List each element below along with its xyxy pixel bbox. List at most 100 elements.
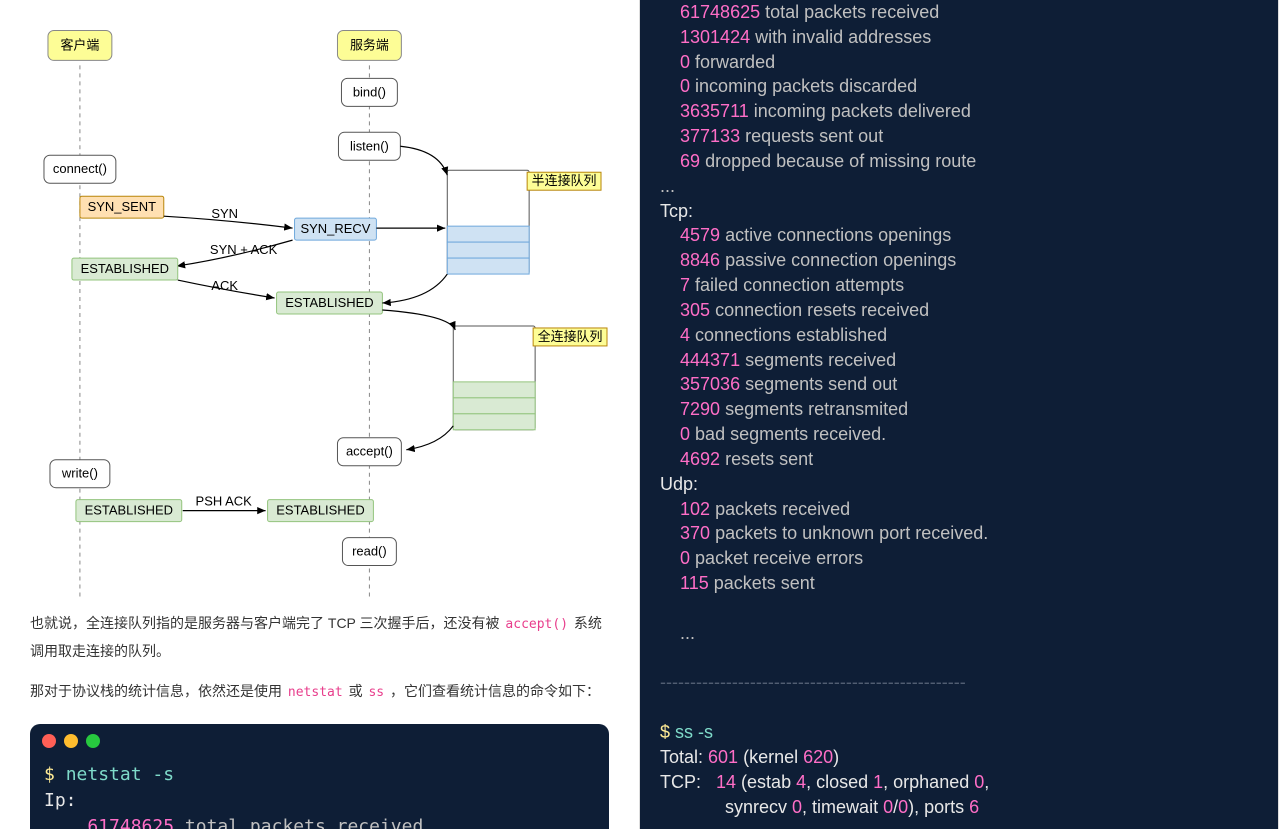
right-column: 61748625 total packets received 1301424 … [640,0,1279,829]
cmd-ss: ss -s [675,722,713,742]
udp-n-1: 370 [680,523,710,543]
udp-t-3: packets sent [714,573,815,593]
bind-node: bind() [353,84,386,99]
r-ip-t-5: requests sent out [745,126,883,146]
tcp-t-3: connection resets received [715,300,929,320]
udp-t-1: packets to unknown port received. [715,523,988,543]
tcp-t-0: active connections openings [725,225,951,245]
ss-tcp-c: , closed [806,772,873,792]
udp-n-0: 102 [680,499,710,519]
traffic-light-green-icon [86,734,100,748]
terminal-header [30,724,609,758]
connect-node: connect() [53,161,107,176]
ss-total-c: ) [833,747,839,767]
half-queue-label: 半连接队列 [532,173,597,188]
r-ip-t-4: incoming packets delivered [754,101,971,121]
ss-tcp-l2a: synrecv [660,797,792,817]
tcp-t-2: failed connection attempts [695,275,904,295]
tcp-n-1: 8846 [680,250,720,270]
ss-tcp-a: TCP: [660,772,716,792]
ellipsis-2: ... [660,623,695,643]
ss-total-b: (kernel [738,747,803,767]
prompt-1: $ [44,764,55,785]
r-ip-t-3: incoming packets discarded [695,76,917,96]
ss-tcp-e: , [984,772,989,792]
tcp-t-7: segments retransmited [725,399,908,419]
udp-t-0: packets received [715,499,850,519]
ss-tcp-n2: 4 [796,772,806,792]
tcp-n-9: 4692 [680,449,720,469]
psh-ack-label: PSH ACK [196,494,253,509]
syn-label: SYN [211,206,238,221]
ip-txt-0: total packets received [185,816,423,829]
ss-tcp-l2b: , timewait [802,797,883,817]
cmd-netstat: netstat -s [66,764,174,785]
tcp-n-6: 357036 [680,374,740,394]
p1-a: 也就说，全连接队列指的是服务器与客户端完了 TCP 三次握手后，还没有被 [30,615,503,631]
est-write-node: ESTABLISHED [85,503,173,518]
tcp-t-6: segments send out [745,374,897,394]
udp-n-3: 115 [680,573,709,593]
ip-header: Ip: [44,790,77,811]
ss-tcp-n3: 1 [873,772,883,792]
read-node: read() [352,544,387,559]
p2-b: ，它们查看统计信息的命令如下： [386,683,600,699]
terminal-body-2: 61748625 total packets received 1301424 … [640,0,1278,819]
ss-total-n1: 601 [708,747,738,767]
r-ip-n-1: 1301424 [680,27,750,47]
prompt-2: $ [660,722,670,742]
terminal-block-1: $ netstat -s Ip: 61748625 total packets … [30,724,609,829]
tcp-n-2: 7 [680,275,690,295]
ss-tcp-d: , orphaned [883,772,974,792]
tcp-n-7: 7290 [680,399,720,419]
client-node: 客户端 [60,37,99,52]
ss-tcp-n7: 0 [898,797,908,817]
synack-label: SYN + ACK [210,242,278,257]
ss-tcp-l2d: ), ports [908,797,969,817]
udp-n-2: 0 [680,548,690,568]
accept-node: accept() [346,444,393,459]
ss-code: ss [366,685,386,700]
ss-tcp-n5: 0 [792,797,802,817]
r-ip-n-6: 69 [680,151,700,171]
ss-tcp-n6: 0 [883,797,893,817]
divider-dashes: ----------------------------------------… [660,672,966,692]
tcp-t-1: passive connection openings [725,250,956,270]
full-queue-label: 全连接队列 [538,329,603,344]
r-ip-n-3: 0 [680,76,690,96]
p2-mid: 或 [345,683,367,699]
accept-code: accept() [503,617,570,632]
p2-a: 那对于协议栈的统计信息，依然还是使用 [30,683,286,699]
ss-tcp-n8: 6 [969,797,979,817]
r-ip-t-0: total packets received [765,2,939,22]
tcp-t-4: connections established [695,325,887,345]
tcp-n-0: 4579 [680,225,720,245]
r-ip-n-5: 377133 [680,126,740,146]
terminal-body-1: $ netstat -s Ip: 61748625 total packets … [30,758,609,829]
est-server-node: ESTABLISHED [285,295,373,310]
r-ip-n-4: 3635711 [680,101,749,121]
tcp-header: Tcp: [660,201,693,221]
write-node: write() [61,466,98,481]
ss-tcp-n4: 0 [974,772,984,792]
udp-t-2: packet receive errors [695,548,863,568]
r-ip-t-2: forwarded [695,52,775,72]
ss-total-n2: 620 [803,747,833,767]
r-ip-n-2: 0 [680,52,690,72]
udp-header: Udp: [660,474,698,494]
ss-tcp-b: (estab [736,772,796,792]
ack-label: ACK [211,278,238,293]
r-ip-t-1: with invalid addresses [755,27,931,47]
r-ip-t-6: dropped because of missing route [705,151,976,171]
listen-node: listen() [350,138,389,153]
server-node: 服务端 [350,37,389,52]
ip-val-0: 61748625 [87,816,174,829]
tcp-t-9: resets sent [725,449,813,469]
traffic-light-red-icon [42,734,56,748]
tcp-t-5: segments received [745,350,896,370]
tcp-n-4: 4 [680,325,690,345]
r-ip-n-0: 61748625 [680,2,760,22]
est-read-node: ESTABLISHED [276,503,364,518]
netstat-code: netstat [286,685,345,700]
syn-recv-node: SYN_RECV [301,221,371,236]
